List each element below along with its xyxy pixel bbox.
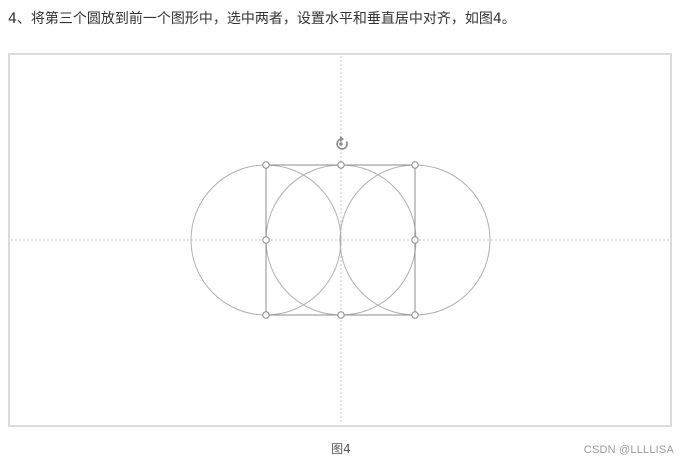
handle-top-right[interactable] [411, 161, 419, 169]
handle-top-left[interactable] [262, 161, 270, 169]
handle-top-center[interactable] [337, 161, 345, 169]
handle-middle-left[interactable] [262, 236, 270, 244]
source-watermark: CSDN @LLLLISA [583, 444, 674, 456]
figure-canvas [11, 56, 670, 424]
handle-middle-right[interactable] [411, 236, 419, 244]
handle-bottom-right[interactable] [411, 311, 419, 319]
handle-bottom-center[interactable] [337, 311, 345, 319]
rotate-handle-icon[interactable] [336, 136, 348, 150]
handle-bottom-left[interactable] [262, 311, 270, 319]
figure-caption: 图4 [331, 442, 351, 456]
